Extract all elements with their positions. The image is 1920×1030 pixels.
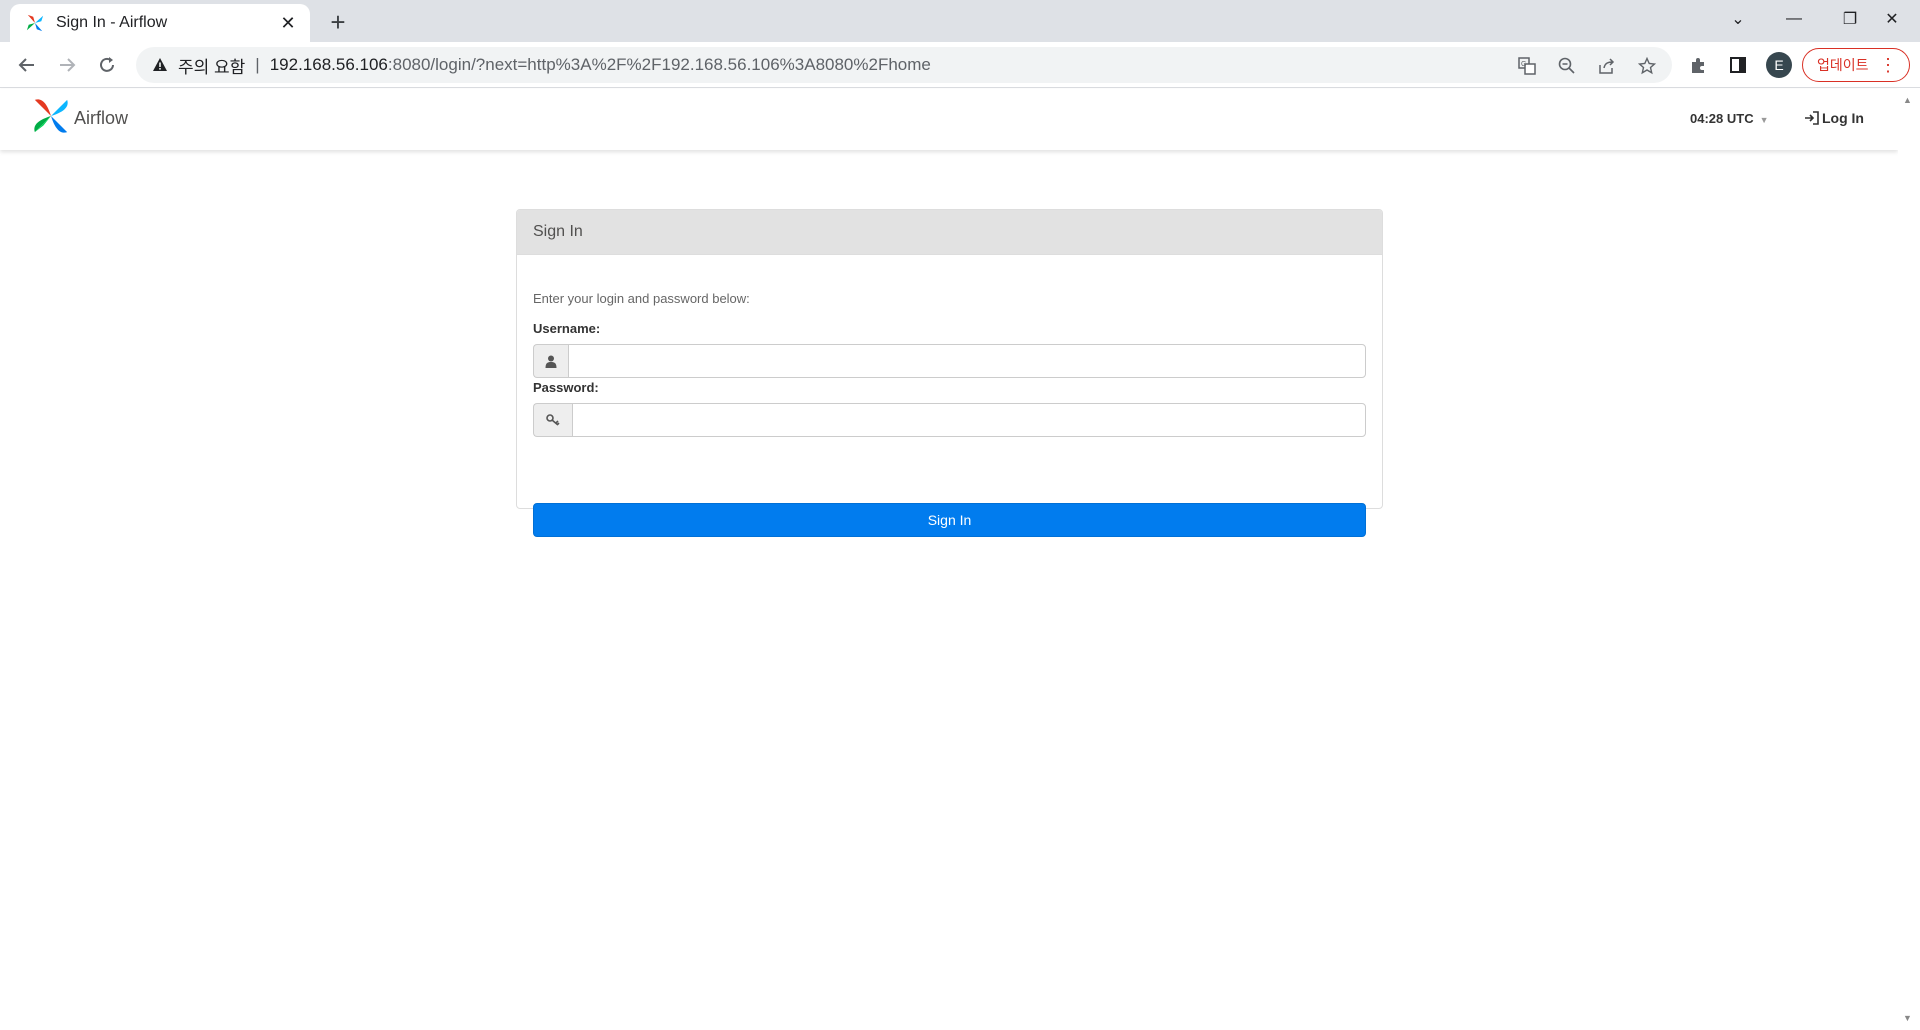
username-label: Username: [533, 321, 601, 336]
star-icon[interactable] [1636, 55, 1658, 77]
clock-time: 04:28 UTC [1690, 111, 1754, 126]
scroll-up-icon[interactable]: ▲ [1903, 95, 1912, 105]
username-input[interactable] [568, 344, 1366, 378]
address-bar[interactable]: 주의 요함 | 192.168.56.106 :8080/login/?next… [136, 47, 1672, 83]
panel-heading: Sign In [517, 210, 1382, 255]
caret-down-icon: ▼ [1759, 115, 1769, 125]
side-panel-icon[interactable] [1726, 53, 1750, 77]
svg-text:G: G [1521, 61, 1526, 68]
browser-tab[interactable]: Sign In - Airflow ✕ [10, 4, 310, 42]
airflow-logo-icon [32, 97, 70, 140]
login-label: Log In [1822, 110, 1864, 126]
minimize-button[interactable]: — [1766, 0, 1822, 38]
window-close-button[interactable]: ✕ [1864, 0, 1920, 38]
password-label: Password: [533, 380, 599, 395]
warning-icon[interactable] [150, 55, 170, 75]
login-icon [1804, 110, 1820, 126]
tab-close-icon[interactable]: ✕ [278, 13, 298, 33]
password-input[interactable] [572, 403, 1366, 437]
sign-in-button[interactable]: Sign In [533, 503, 1366, 537]
profile-avatar[interactable]: E [1766, 52, 1792, 78]
login-intro-text: Enter your login and password below: [533, 291, 750, 306]
scroll-down-icon[interactable]: ▼ [1903, 1013, 1912, 1023]
share-icon[interactable] [1596, 55, 1618, 77]
browser-toolbar: 주의 요함 | 192.168.56.106 :8080/login/?next… [0, 42, 1920, 88]
clock-dropdown[interactable]: 04:28 UTC ▼ [1690, 111, 1769, 126]
page-scrollbar[interactable]: ▲ ▼ [1898, 89, 1920, 1030]
address-separator: | [255, 55, 260, 74]
brand-name: Airflow [74, 108, 129, 128]
translate-icon[interactable]: G [1516, 55, 1538, 77]
new-tab-button[interactable]: + [322, 6, 354, 38]
back-arrow-icon[interactable] [11, 49, 43, 81]
login-link[interactable]: Log In [1804, 110, 1864, 126]
url-host: 192.168.56.106 [269, 55, 388, 74]
update-label: 업데이트 [1817, 57, 1869, 73]
username-input-group [533, 344, 1366, 378]
browser-tabstrip: Sign In - Airflow ✕ + ⌄ — ❐ ✕ [0, 0, 1920, 42]
brand-link[interactable]: Airflow [32, 97, 128, 140]
zoom-out-icon[interactable] [1556, 55, 1578, 77]
airflow-favicon-icon [24, 12, 46, 34]
security-status[interactable]: 주의 요함 [178, 53, 245, 78]
update-button[interactable]: 업데이트 ⋮ [1802, 48, 1910, 82]
forward-arrow-icon[interactable] [51, 49, 83, 81]
extensions-icon[interactable] [1686, 53, 1710, 77]
url-path: :8080/login/?next=http%3A%2F%2F192.168.5… [387, 55, 931, 74]
user-icon [533, 344, 568, 378]
login-panel: Sign In Enter your login and password be… [516, 209, 1383, 537]
tab-search-button[interactable]: ⌄ [1710, 0, 1766, 38]
password-input-group [533, 403, 1366, 437]
reload-icon[interactable] [91, 49, 123, 81]
browser-menu-icon[interactable]: ⋮ [1879, 54, 1897, 76]
tab-title: Sign In - Airflow [56, 14, 168, 31]
airflow-navbar: Airflow 04:28 UTC ▼ Log In [0, 89, 1898, 150]
key-icon [533, 403, 572, 437]
